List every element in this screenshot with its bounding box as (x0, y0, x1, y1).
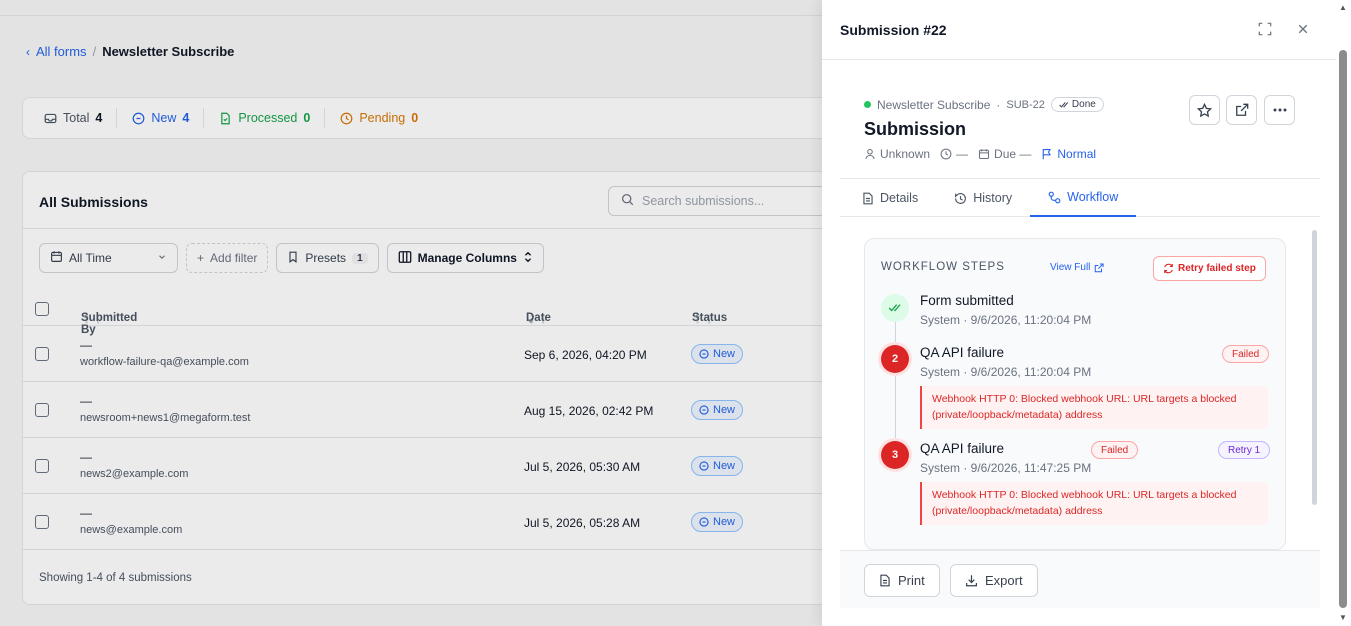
open-external-button[interactable] (1226, 95, 1257, 125)
drawer-tabs: Details History Workflow (840, 179, 1320, 217)
step-retry-badge: Retry 1 (1218, 441, 1271, 459)
step-meta: System · 9/6/2026, 11:47:25 PM (920, 461, 1092, 475)
step-name: Form submitted (920, 293, 1014, 308)
more-options-button[interactable] (1264, 95, 1295, 125)
step-name: QA API failure (920, 441, 1005, 456)
workflow-heading: WORKFLOW STEPS (881, 261, 1005, 273)
step-complete-icon (881, 294, 909, 322)
modal-backdrop[interactable] (0, 0, 822, 626)
expand-icon[interactable] (1256, 20, 1274, 38)
close-icon[interactable] (1294, 20, 1312, 38)
scroll-down-arrow-icon[interactable]: ▼ (1339, 613, 1347, 622)
submission-heading: Submission (864, 119, 967, 139)
submission-id: SUB-22 (1006, 98, 1045, 111)
drawer-title: Submission #22 (840, 22, 947, 38)
priority[interactable]: Normal (1041, 147, 1096, 161)
form-name: Newsletter Subscribe (877, 97, 991, 112)
step-failed-badge: Failed (1222, 345, 1270, 363)
step-name: QA API failure (920, 345, 1005, 360)
submission-details-line: Unknown — Due — Normal (864, 147, 1096, 161)
drawer-scrollbar-thumb[interactable] (1312, 230, 1317, 505)
step-failed-badge: Failed (1091, 441, 1139, 459)
step-meta: System · 9/6/2026, 11:20:04 PM (920, 313, 1092, 327)
view-full-link[interactable]: View Full (1050, 262, 1104, 273)
star-button[interactable] (1189, 95, 1220, 125)
due-date[interactable]: Due — (978, 147, 1031, 161)
status-dot (864, 101, 871, 108)
step-failed-icon: 2 (881, 345, 909, 373)
done-badge: Done (1050, 97, 1104, 112)
step-error-message: Webhook HTTP 0: Blocked webhook URL: URL… (920, 482, 1268, 525)
submission-meta: Newsletter Subscribe · SUB-22 Done (864, 97, 1104, 112)
print-button[interactable]: Print (864, 564, 940, 597)
drawer-header: Submission #22 (822, 0, 1336, 60)
step-meta: System · 9/6/2026, 11:20:04 PM (920, 365, 1092, 379)
retry-failed-step-button[interactable]: Retry failed step (1153, 256, 1266, 281)
page-scrollbar[interactable]: ▲ ▼ (1336, 0, 1351, 626)
submission-drawer: Submission #22 Newsletter Subscribe · SU… (822, 0, 1351, 626)
tab-history[interactable]: History (936, 179, 1030, 217)
tab-details[interactable]: Details (840, 179, 936, 217)
time-info: — (940, 147, 968, 161)
steps-connector (895, 315, 896, 455)
assignee[interactable]: Unknown (864, 147, 930, 161)
drawer-scrollbar[interactable] (1310, 220, 1318, 548)
workflow-panel: WORKFLOW STEPS View Full Retry failed st… (864, 238, 1286, 550)
page-scrollbar-thumb[interactable] (1339, 50, 1347, 608)
tab-workflow[interactable]: Workflow (1030, 179, 1137, 217)
scroll-up-arrow-icon[interactable]: ▲ (1339, 3, 1347, 12)
meta-separator: · (996, 97, 1001, 112)
drawer-footer: Print Export (840, 550, 1320, 608)
step-error-message: Webhook HTTP 0: Blocked webhook URL: URL… (920, 386, 1268, 429)
export-button[interactable]: Export (950, 564, 1038, 597)
step-failed-icon: 3 (881, 441, 909, 469)
